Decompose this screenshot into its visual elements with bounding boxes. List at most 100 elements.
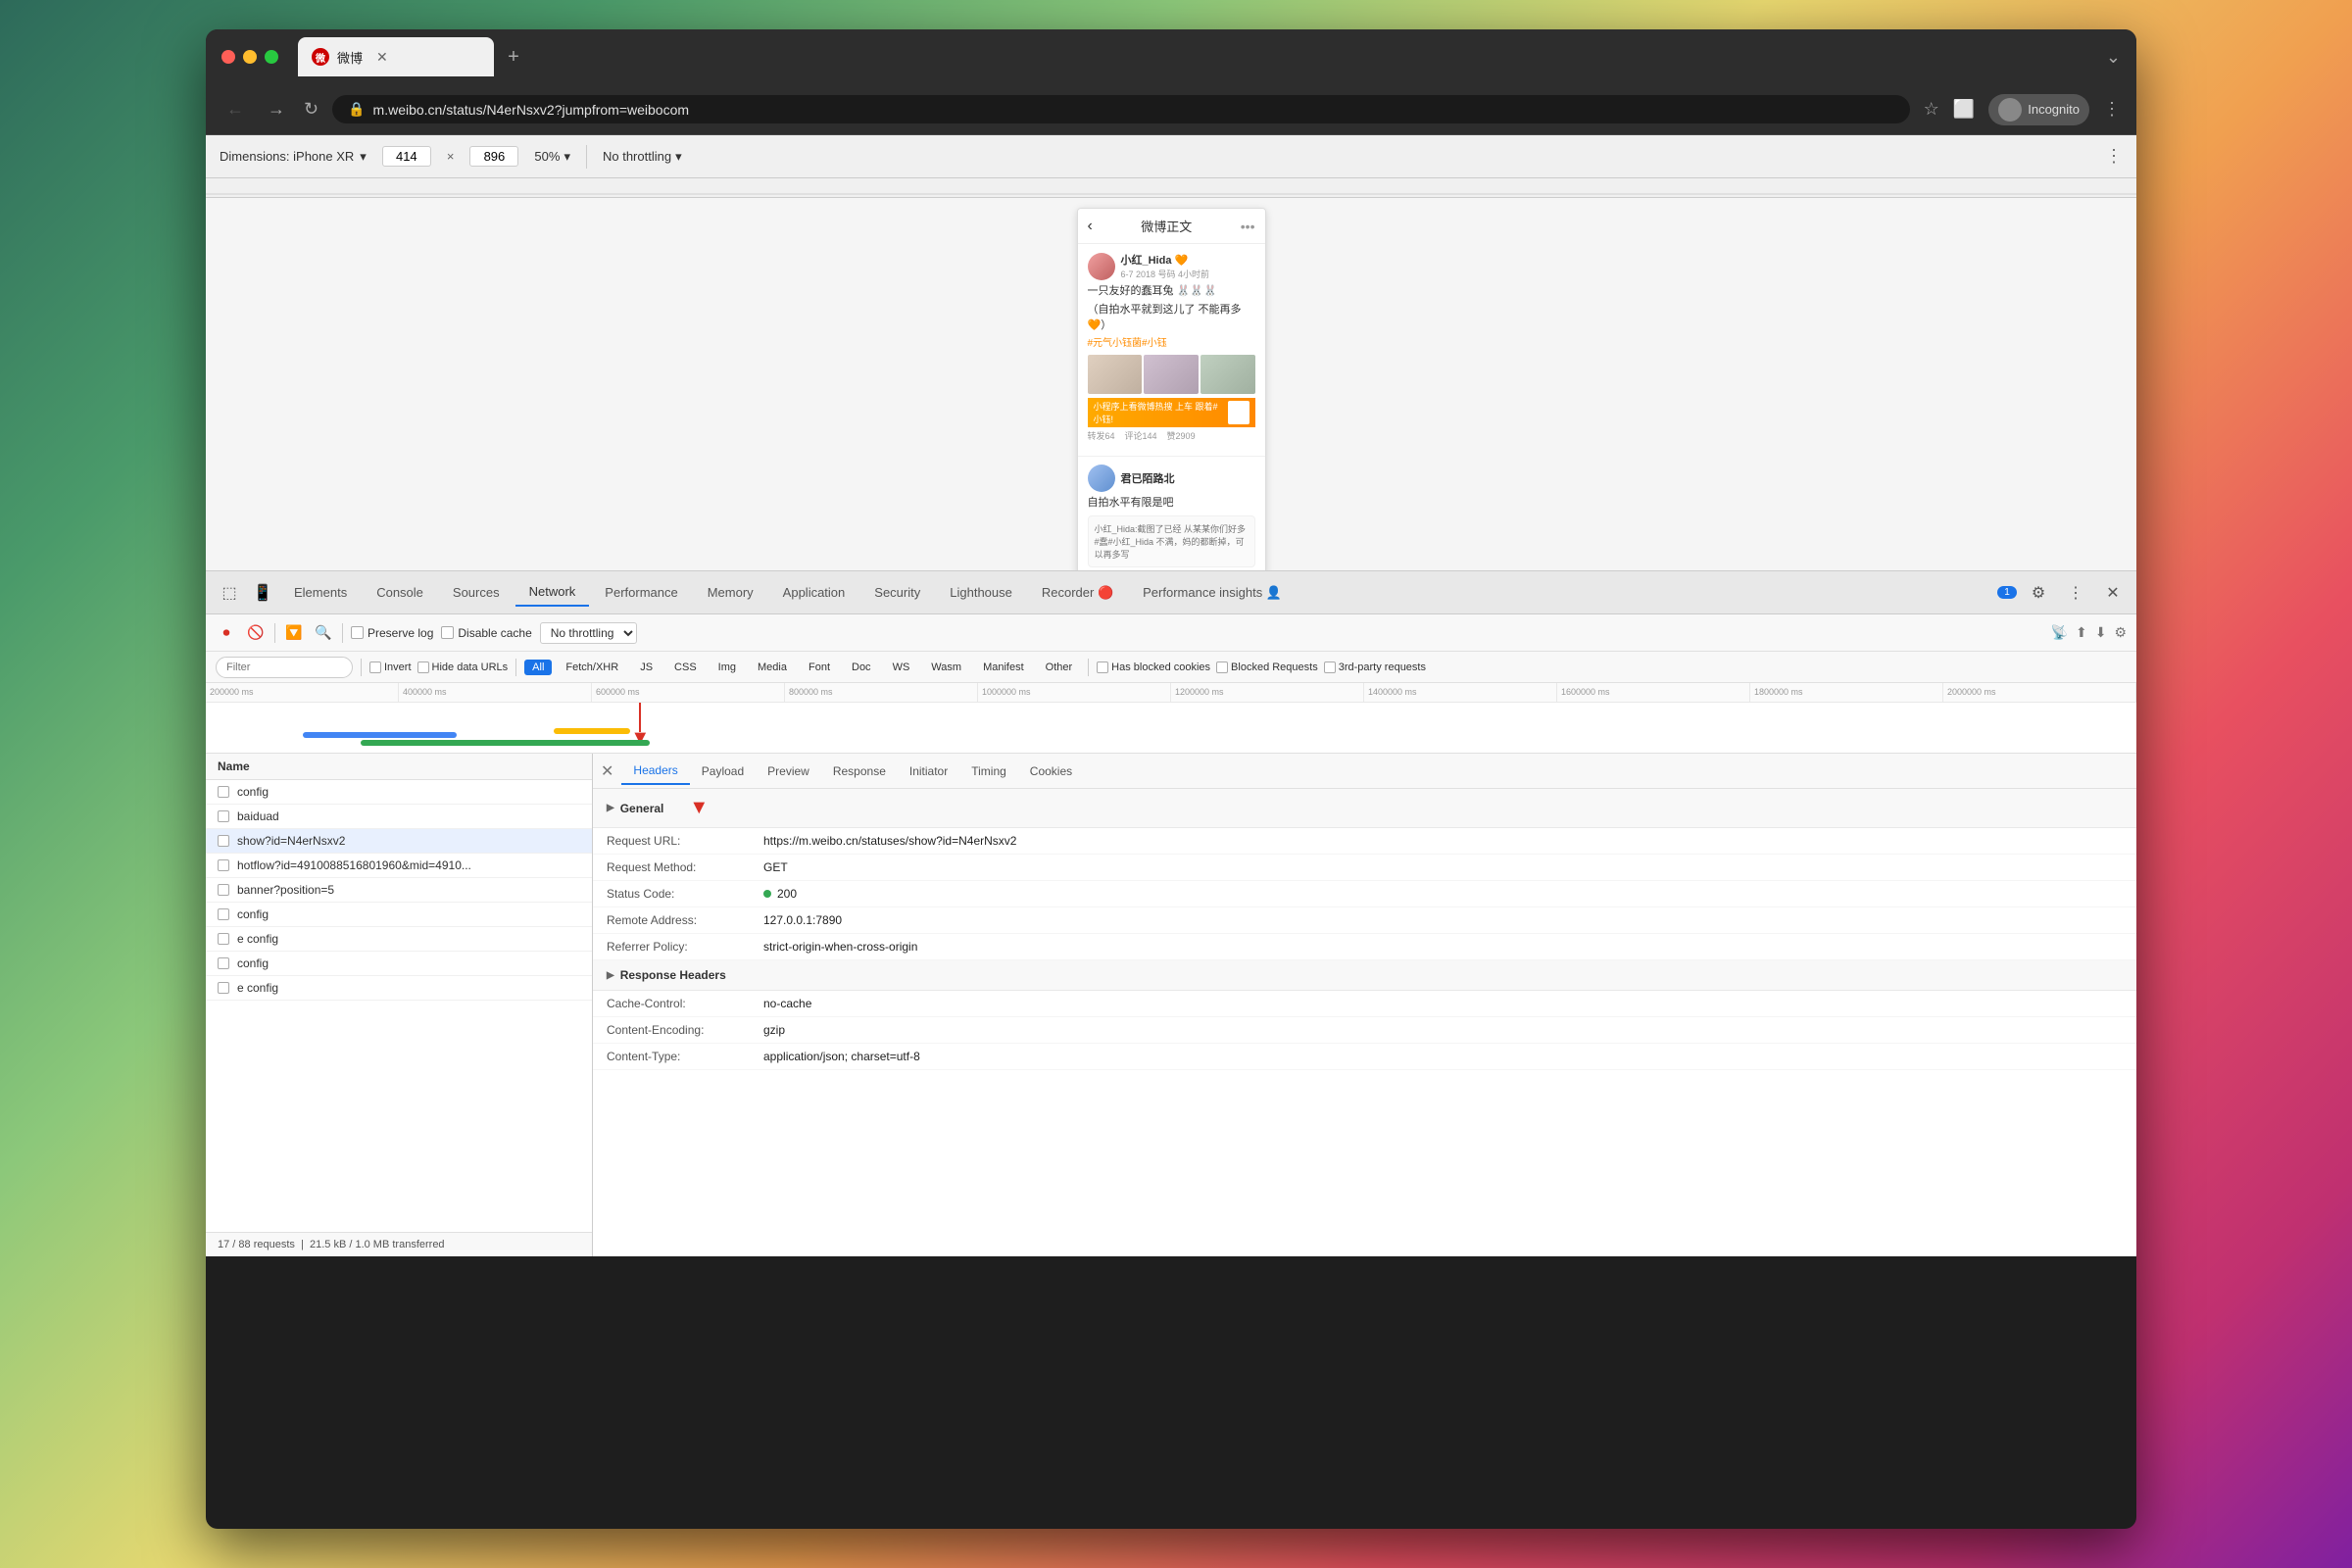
devtools-close-icon[interactable]: ✕ xyxy=(2097,577,2129,609)
request-item-config-3[interactable]: config xyxy=(206,952,592,976)
req-checkbox-5[interactable] xyxy=(218,884,229,896)
filter-input[interactable] xyxy=(216,657,353,678)
tab-memory[interactable]: Memory xyxy=(694,579,767,606)
request-item-show[interactable]: show?id=N4erNsxv2 xyxy=(206,829,592,854)
menu-icon[interactable]: ⋮ xyxy=(2103,99,2121,120)
filter-manifest-btn[interactable]: Manifest xyxy=(975,660,1032,675)
req-checkbox-7[interactable] xyxy=(218,933,229,945)
devtools-more-icon[interactable]: ⋮ xyxy=(2060,577,2091,609)
network-settings-icon[interactable]: ⚙ xyxy=(2114,624,2127,641)
detail-tab-preview[interactable]: Preview xyxy=(756,759,821,784)
filter-font-btn[interactable]: Font xyxy=(801,660,838,675)
detail-tab-headers[interactable]: Headers xyxy=(621,758,689,785)
request-item-banner[interactable]: banner?position=5 xyxy=(206,878,592,903)
filter-ws-btn[interactable]: WS xyxy=(885,660,918,675)
width-input[interactable] xyxy=(382,146,431,167)
third-party-checkbox[interactable] xyxy=(1324,662,1336,673)
incognito-button[interactable]: Incognito xyxy=(1988,94,2089,125)
detail-tab-initiator[interactable]: Initiator xyxy=(898,759,959,784)
req-checkbox-8[interactable] xyxy=(218,957,229,969)
filter-css-btn[interactable]: CSS xyxy=(666,660,705,675)
detail-tab-payload[interactable]: Payload xyxy=(690,759,756,784)
new-tab-button[interactable]: + xyxy=(498,41,529,73)
upload-icon[interactable]: ⬆ xyxy=(2076,624,2087,641)
response-headers-section-header[interactable]: ▶ Response Headers xyxy=(593,960,2136,991)
active-tab[interactable]: 微 微博 ✕ xyxy=(298,37,494,76)
tab-console[interactable]: Console xyxy=(363,579,437,606)
invert-checkbox[interactable] xyxy=(369,662,381,673)
window-collapse-icon[interactable]: ⌄ xyxy=(2106,47,2121,68)
req-checkbox-1[interactable] xyxy=(218,786,229,798)
url-bar[interactable]: 🔒 m.weibo.cn/status/N4erNsxv2?jumpfrom=w… xyxy=(332,95,1910,123)
filter-fetch-xhr-btn[interactable]: Fetch/XHR xyxy=(558,660,626,675)
blocked-requests-label[interactable]: Blocked Requests xyxy=(1216,662,1318,673)
minimize-button[interactable] xyxy=(243,50,257,64)
filter-all-btn[interactable]: All xyxy=(524,660,552,675)
devtools-settings-icon[interactable]: ⚙ xyxy=(2023,577,2054,609)
device-more-icon[interactable]: ⋮ xyxy=(2105,146,2123,167)
filter-media-btn[interactable]: Media xyxy=(750,660,795,675)
search-icon[interactable]: 🔍 xyxy=(313,622,334,644)
details-close-button[interactable]: ✕ xyxy=(601,761,613,781)
throttle-select[interactable]: No throttling Fast 3G Slow 3G xyxy=(540,622,637,644)
zoom-selector[interactable]: 50% ▾ xyxy=(534,149,570,165)
tab-sources[interactable]: Sources xyxy=(439,579,514,606)
maximize-button[interactable] xyxy=(265,50,278,64)
download-icon[interactable]: ⬇ xyxy=(2095,624,2107,641)
hide-data-urls-checkbox[interactable] xyxy=(417,662,429,673)
general-section-header[interactable]: ▶ General ▼ xyxy=(593,789,2136,828)
req-checkbox-2[interactable] xyxy=(218,810,229,822)
clear-button[interactable]: 🚫 xyxy=(245,622,267,644)
devtools-device-icon[interactable]: 📱 xyxy=(247,577,278,609)
tab-performance-insights[interactable]: Performance insights 👤 xyxy=(1129,579,1296,607)
bookmark-icon[interactable]: ☆ xyxy=(1924,99,1939,120)
disable-cache-checkbox[interactable] xyxy=(441,626,454,639)
request-item-hotflow[interactable]: hotflow?id=491008851680196​0&mid=4910... xyxy=(206,854,592,878)
detail-tab-timing[interactable]: Timing xyxy=(959,759,1018,784)
invert-checkbox-label[interactable]: Invert xyxy=(369,662,412,673)
split-view-icon[interactable]: ⬜ xyxy=(1953,99,1975,120)
req-checkbox-6[interactable] xyxy=(218,908,229,920)
preserve-log-checkbox-label[interactable]: Preserve log xyxy=(351,626,433,640)
tab-recorder[interactable]: Recorder 🔴 xyxy=(1028,579,1127,607)
disable-cache-checkbox-label[interactable]: Disable cache xyxy=(441,626,531,640)
tab-close-icon[interactable]: ✕ xyxy=(376,49,388,66)
tab-application[interactable]: Application xyxy=(769,579,859,606)
req-checkbox-3[interactable] xyxy=(218,835,229,847)
tab-performance[interactable]: Performance xyxy=(591,579,691,606)
has-blocked-cookies-label[interactable]: Has blocked cookies xyxy=(1097,662,1210,673)
record-button[interactable]: ⏺ xyxy=(216,622,237,644)
request-item-baiduad[interactable]: baiduad xyxy=(206,805,592,829)
tab-elements[interactable]: Elements xyxy=(280,579,361,606)
tab-lighthouse[interactable]: Lighthouse xyxy=(936,579,1026,606)
devtools-cursor-icon[interactable]: ⬚ xyxy=(214,577,245,609)
close-button[interactable] xyxy=(221,50,235,64)
device-throttle-selector[interactable]: No throttling ▾ xyxy=(603,149,682,165)
filter-js-btn[interactable]: JS xyxy=(632,660,661,675)
refresh-button[interactable]: ↻ xyxy=(304,99,318,120)
tab-security[interactable]: Security xyxy=(860,579,934,606)
detail-tab-cookies[interactable]: Cookies xyxy=(1018,759,1084,784)
blocked-requests-checkbox[interactable] xyxy=(1216,662,1228,673)
forward-button[interactable]: → xyxy=(263,99,290,120)
req-checkbox-9[interactable] xyxy=(218,982,229,994)
preserve-log-checkbox[interactable] xyxy=(351,626,364,639)
device-selector[interactable]: Dimensions: iPhone XR ▾ xyxy=(220,149,367,165)
filter-other-btn[interactable]: Other xyxy=(1038,660,1081,675)
wifi-icon[interactable]: 📡 xyxy=(2051,624,2068,641)
has-blocked-cookies-checkbox[interactable] xyxy=(1097,662,1108,673)
request-item-config-1[interactable]: config xyxy=(206,780,592,805)
filter-icon[interactable]: 🔽 xyxy=(283,622,305,644)
request-item-e-config-1[interactable]: e config xyxy=(206,927,592,952)
request-item-config-2[interactable]: config xyxy=(206,903,592,927)
back-button[interactable]: ← xyxy=(221,99,249,120)
height-input[interactable] xyxy=(469,146,518,167)
filter-img-btn[interactable]: Img xyxy=(710,660,744,675)
detail-tab-response[interactable]: Response xyxy=(821,759,898,784)
req-checkbox-4[interactable] xyxy=(218,859,229,871)
tab-network[interactable]: Network xyxy=(515,578,590,607)
filter-wasm-btn[interactable]: Wasm xyxy=(923,660,969,675)
filter-doc-btn[interactable]: Doc xyxy=(844,660,879,675)
request-item-e-config-2[interactable]: e config xyxy=(206,976,592,1001)
hide-data-urls-checkbox-label[interactable]: Hide data URLs xyxy=(417,662,509,673)
